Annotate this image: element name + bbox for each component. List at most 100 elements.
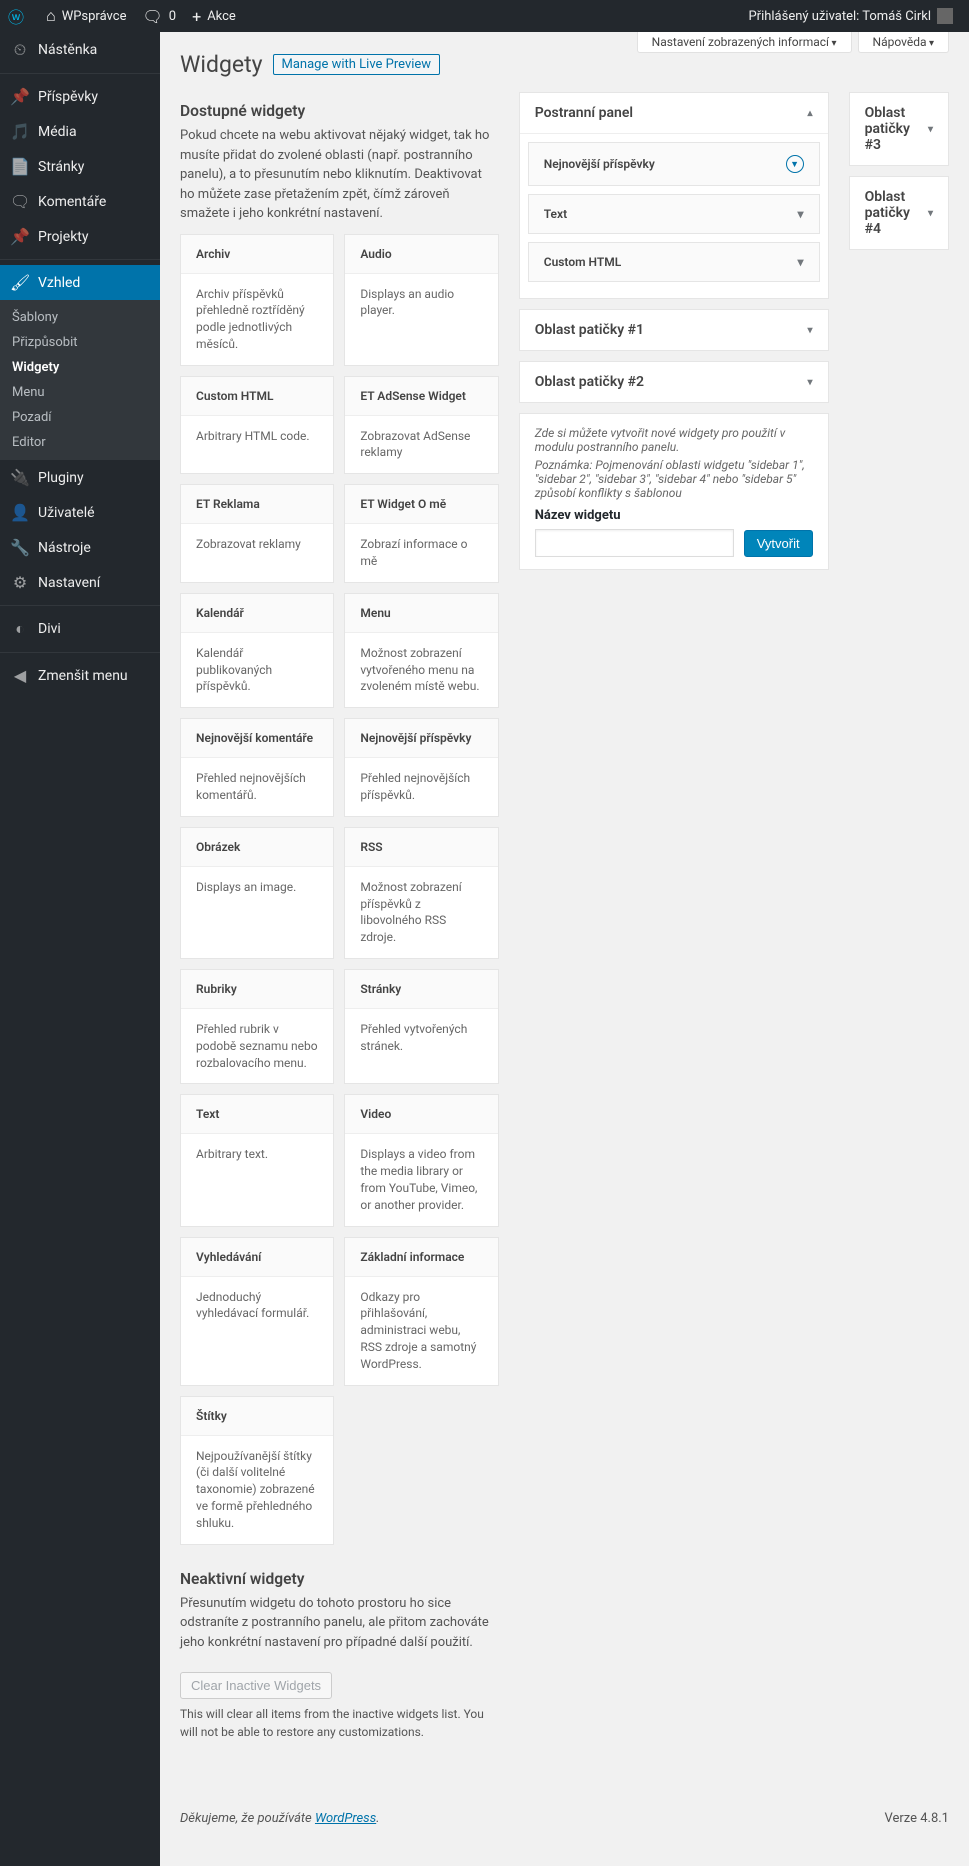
available-widget[interactable]: Nejnovější příspěvkyPřehled nejnovějších… [344,718,498,817]
placed-widget-title: Text [544,207,567,221]
widget-desc: Kalendář publikovaných příspěvků. [181,633,333,707]
footer: Děkujeme, že používáte WordPress. Verze … [180,1811,949,1826]
widget-desc: Jednoduchý vyhledávací formulář. [181,1277,333,1335]
available-widget[interactable]: TextArbitrary text. [180,1094,334,1226]
pin-icon: 📌 [10,227,30,246]
placed-widget-title: Custom HTML [544,255,621,269]
menu-tools[interactable]: 🔧Nástroje [0,530,160,565]
settings-icon: ⚙ [10,573,30,592]
available-widget[interactable]: ObrázekDisplays an image. [180,827,334,959]
available-widget[interactable]: Custom HTMLArbitrary HTML code. [180,376,334,475]
available-widget[interactable]: ET ReklamaZobrazovat reklamy [180,484,334,583]
sub-editor[interactable]: Editor [0,430,160,455]
create-label: Název widgetu [535,508,813,523]
menu-plugins[interactable]: 🔌Pluginy [0,460,160,495]
placed-widget-title: Nejnovější příspěvky [544,157,655,171]
available-widgets-heading: Dostupné widgety [180,102,499,120]
available-widget[interactable]: RubrikyPřehled rubrik v podobě seznamu n… [180,969,334,1084]
page-icon: 📄 [10,157,30,176]
placed-widget[interactable]: Text▾ [528,194,820,234]
sub-widgets[interactable]: Widgety [0,355,160,380]
widget-desc: Displays an image. [181,867,333,908]
area-primary: Postranní panel ▴ Nejnovější příspěvky▼ T… [519,92,829,299]
widget-desc: Arbitrary HTML code. [181,416,333,457]
available-widget[interactable]: ET Widget O měZobrazí informace o mě [344,484,498,583]
site-link[interactable]: ⌂WPsprávce [38,0,134,32]
widget-title: ET AdSense Widget [345,377,497,416]
area-footer4: Oblast patičky #4 ▾ [849,176,949,250]
placed-widget[interactable]: Nejnovější příspěvky▼ [528,142,820,186]
chevron-down-icon: ▾ [798,255,804,269]
available-widget[interactable]: ArchivArchiv příspěvků přehledně roztříd… [180,234,334,366]
area-footer4-header[interactable]: Oblast patičky #4 ▾ [850,177,948,249]
create-button[interactable]: Vytvořit [744,530,813,557]
menu-posts[interactable]: 📌Příspěvky [0,79,160,114]
placed-widget[interactable]: Custom HTML ▾ [528,242,820,282]
wordpress-link[interactable]: WordPress [315,1811,376,1826]
wrench-icon: 🔧 [10,538,30,557]
available-widget[interactable]: VyhledáváníJednoduchý vyhledávací formul… [180,1237,334,1386]
clear-desc: This will clear all items from the inact… [180,1705,499,1741]
user-greeting[interactable]: Přihlášený uživatel: Tomáš Cirkl [740,0,961,32]
comments-link[interactable]: 🗨0 [134,0,184,32]
chevron-down-icon: ▾ [928,124,933,135]
widget-title: Rubriky [181,970,333,1009]
widget-title: Custom HTML [181,377,333,416]
menu-media[interactable]: 🎵Média [0,114,160,149]
widget-title: Audio [345,235,497,274]
area-primary-body: Nejnovější příspěvky▼ Text▾ Custom HTML ▾ [520,133,828,298]
available-widget[interactable]: ŠtítkyNejpoužívanější štítky (či další v… [180,1396,334,1545]
new-label: Akce [207,9,236,24]
available-widget[interactable]: KalendářKalendář publikovaných příspěvků… [180,593,334,708]
menu-users[interactable]: 👤Uživatelé [0,495,160,530]
available-widget[interactable]: ET AdSense WidgetZobrazovat AdSense rekl… [344,376,498,475]
home-icon: ⌂ [46,6,56,26]
submenu-appearance: Šablony Přizpůsobit Widgety Menu Pozadí … [0,300,160,460]
new-link[interactable]: +Akce [184,0,244,32]
available-widget[interactable]: Základní informaceOdkazy pro přihlašován… [344,1237,498,1386]
available-widget[interactable]: RSSMožnost zobrazení příspěvků z libovol… [344,827,498,959]
widget-title: Menu [345,594,497,633]
user-icon: 👤 [10,503,30,522]
pin-icon: 📌 [10,87,30,106]
menu-dashboard[interactable]: ⏲Nástěnka [0,32,160,68]
sub-background[interactable]: Pozadí [0,405,160,430]
version-label: Verze 4.8.1 [884,1811,949,1826]
menu-projects[interactable]: 📌Projekty [0,219,160,254]
widget-desc: Displays an audio player. [345,274,497,332]
menu-settings[interactable]: ⚙Nastavení [0,565,160,600]
divi-icon: ◐ [10,619,30,639]
chevron-up-icon: ▴ [808,108,813,119]
wp-logo[interactable]: ⓦ [0,0,38,32]
widget-name-input[interactable] [535,529,734,557]
help-tab[interactable]: Nápověda [858,32,949,53]
clear-inactive-button: Clear Inactive Widgets [180,1672,332,1699]
area-primary-header[interactable]: Postranní panel ▴ [520,93,828,133]
brush-icon: 🖌 [10,273,30,292]
available-widget[interactable]: MenuMožnost zobrazení vytvořeného menu n… [344,593,498,708]
area-footer3-header[interactable]: Oblast patičky #3 ▾ [850,93,948,165]
menu-pages[interactable]: 📄Stránky [0,149,160,184]
widget-grid: ArchivArchiv příspěvků přehledně roztříd… [180,234,499,1545]
menu-collapse[interactable]: ◀Zmenšit menu [0,658,160,693]
admin-sidebar: ⏲Nástěnka 📌Příspěvky 🎵Média 📄Stránky 🗨Ko… [0,32,160,1866]
area-footer2-header[interactable]: Oblast patičky #2 ▾ [520,362,828,402]
sub-customize[interactable]: Přizpůsobit [0,330,160,355]
available-widget[interactable]: Nejnovější komentářePřehled nejnovějších… [180,718,334,817]
available-widget[interactable]: VideoDisplays a video from the media lib… [344,1094,498,1226]
screen-options-tab[interactable]: Nastavení zobrazených informací [637,32,852,53]
sub-menus[interactable]: Menu [0,380,160,405]
live-preview-button[interactable]: Manage with Live Preview [273,54,441,75]
widget-desc: Přehled nejnovějších příspěvků. [345,758,497,816]
menu-comments[interactable]: 🗨Komentáře [0,184,160,219]
widget-title: Text [181,1095,333,1134]
widget-desc: Displays a video from the media library … [345,1134,497,1225]
available-widget[interactable]: AudioDisplays an audio player. [344,234,498,366]
sub-themes[interactable]: Šablony [0,305,160,330]
content-area: Nastavení zobrazených informací Nápověda… [160,32,969,1866]
available-widget[interactable]: StránkyPřehled vytvořených stránek. [344,969,498,1084]
dashboard-icon: ⏲ [10,40,30,60]
menu-appearance[interactable]: 🖌Vzhled [0,265,160,300]
area-footer1-header[interactable]: Oblast patičky #1 ▾ [520,310,828,350]
menu-divi[interactable]: ◐Divi [0,611,160,647]
